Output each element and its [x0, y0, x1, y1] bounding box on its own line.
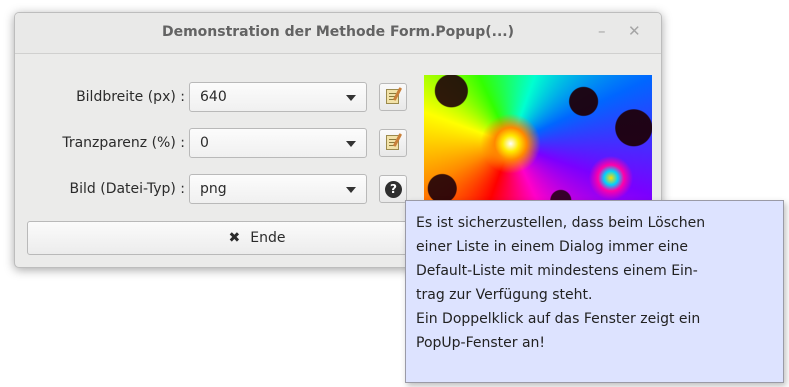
- help-icon: ?: [385, 181, 402, 198]
- transparency-label: Tranzparenz (%) :: [62, 135, 185, 151]
- help-tooltip: Es ist sicherzustellen, dass beim Lösche…: [405, 200, 784, 383]
- tooltip-line: trag zur Verfügung steht.: [416, 287, 593, 303]
- transparency-value: 0: [200, 135, 209, 151]
- tooltip-line: Default-Liste mit mindestens einem Ein-: [416, 263, 698, 279]
- title-bar[interactable]: Demonstration der Methode Form.Popup(...…: [15, 13, 661, 54]
- chevron-down-icon: [346, 95, 356, 101]
- chevron-down-icon: [346, 141, 356, 147]
- tooltip-line: Ein Doppelklick auf das Fenster zeigt ei…: [416, 311, 701, 327]
- transparency-select[interactable]: 0: [189, 128, 367, 158]
- window-title: Demonstration der Methode Form.Popup(...…: [161, 24, 515, 40]
- fractal-image-preview[interactable]: [424, 75, 652, 207]
- tooltip-line: PopUp-Fenster an!: [416, 335, 546, 351]
- image-width-edit-button[interactable]: [379, 83, 407, 111]
- file-type-select[interactable]: png: [189, 174, 367, 204]
- file-type-value: png: [200, 181, 227, 197]
- file-type-label: Bild (Datei-Typ) :: [69, 181, 185, 197]
- image-width-label: Bildbreite (px) :: [76, 89, 185, 105]
- file-type-help-button[interactable]: ?: [379, 175, 407, 203]
- close-x-icon: ✖: [228, 230, 241, 246]
- end-button-label: Ende: [250, 230, 286, 246]
- close-button[interactable]: ✕: [628, 22, 641, 40]
- notepad-edit-icon: [386, 135, 399, 150]
- tooltip-line: einer Liste in einem Dialog immer eine: [416, 239, 689, 255]
- tooltip-line: Es ist sicherzustellen, dass beim Lösche…: [416, 215, 706, 231]
- minimize-button[interactable]: –: [598, 22, 606, 40]
- chevron-down-icon: [346, 187, 356, 193]
- notepad-edit-icon: [386, 89, 399, 104]
- transparency-edit-button[interactable]: [379, 129, 407, 157]
- image-width-value: 640: [200, 89, 227, 105]
- image-width-select[interactable]: 640: [189, 82, 367, 112]
